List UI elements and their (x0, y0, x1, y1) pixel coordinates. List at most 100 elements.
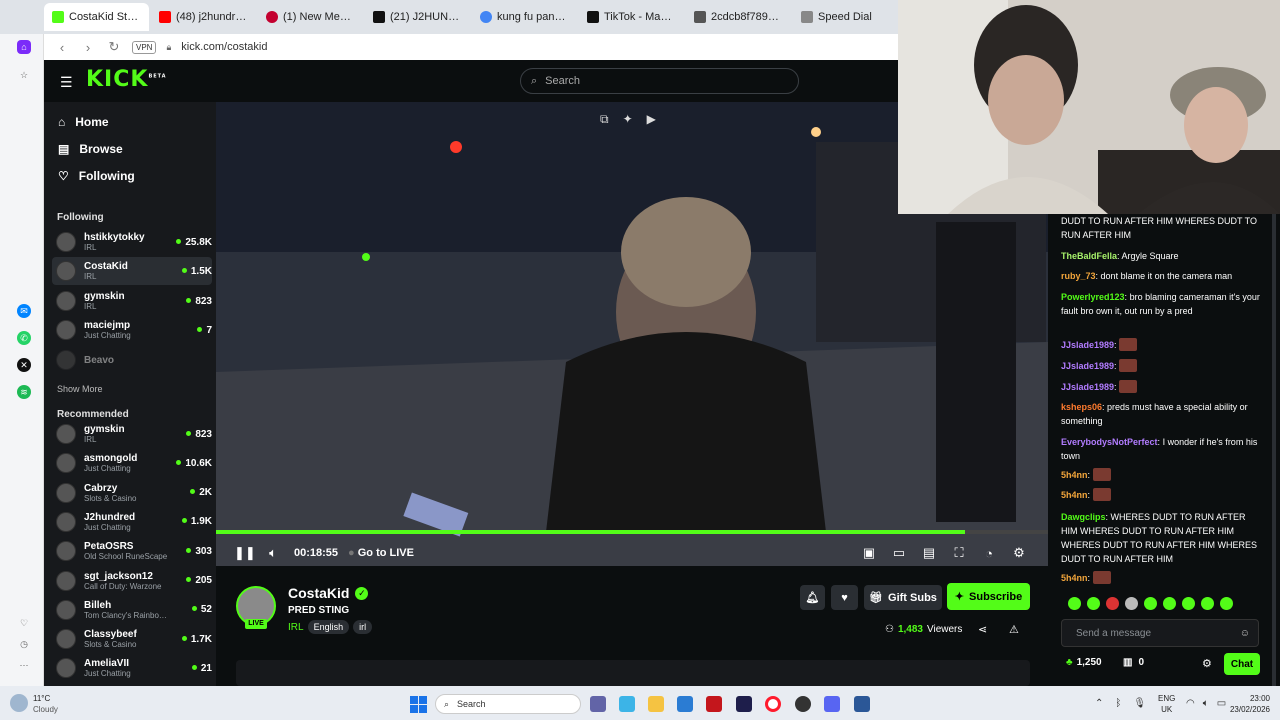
share-icon[interactable]: ⋖ (978, 623, 987, 636)
show-more-link[interactable]: Show More (57, 384, 103, 394)
chat-send-button[interactable]: Chat (1224, 653, 1260, 675)
sidebar-channel-petaosrs[interactable]: PetaOSRS Old School RuneScape 303 (52, 537, 212, 565)
sidebar-channel-billeh[interactable]: Billeh Tom Clancy's Rainbow ... 52 (52, 596, 212, 624)
sidebar-channel-hstikkytokky[interactable]: hstikkytokky IRL 25.8K (52, 228, 212, 256)
gift-subs-button[interactable]: 🎁︎ Gift Subs (864, 585, 942, 610)
chat-username[interactable]: ksheps06 (1061, 402, 1102, 412)
nav-following[interactable]: ♡ Following (58, 169, 135, 183)
app-icon[interactable] (854, 696, 870, 712)
browser-tab[interactable]: (48) j2hundred arrested (151, 3, 256, 31)
emote-icon[interactable] (1182, 597, 1195, 610)
sidebar-channel-classybeef[interactable]: Classybeef Slots & Casino 1.7K (52, 625, 212, 653)
whatsapp-icon[interactable]: ✆ (17, 331, 31, 345)
copilot-icon[interactable] (619, 696, 635, 712)
vpn-badge[interactable]: VPN (132, 40, 157, 54)
category-link[interactable]: IRL (288, 622, 304, 633)
weather-widget[interactable]: 11°C Cloudy (33, 693, 58, 715)
emote-icon[interactable] (1125, 597, 1138, 610)
history-icon[interactable]: ◷ (17, 637, 31, 651)
chat-username[interactable]: JJslade1989 (1061, 340, 1114, 350)
emote-icon[interactable] (1068, 597, 1081, 610)
subscribe-button[interactable]: ✦ Subscribe (947, 583, 1030, 610)
sidebar-channel-cabrzy[interactable]: Cabrzy Slots & Casino 2K (52, 479, 212, 507)
bits-count[interactable]: ▥ 0 (1123, 657, 1144, 668)
sidebar-channel-gymskin[interactable]: gymskin IRL 823 (52, 287, 212, 315)
emote-icon[interactable] (1201, 597, 1214, 610)
notification-bell-button[interactable]: 🔔︎ (800, 585, 825, 610)
home-icon[interactable]: ⌂ (17, 40, 31, 54)
nav-browse[interactable]: ▤ Browse (58, 142, 123, 156)
clock[interactable]: 23:00 23/02/2026 (1224, 693, 1270, 715)
theatre-icon[interactable]: ▶ (647, 112, 656, 127)
emote-icon[interactable] (1163, 597, 1176, 610)
taskbar-search[interactable]: ⌕ Search (435, 694, 581, 714)
chat-username[interactable]: 5h4nn (1061, 490, 1088, 500)
channel-name[interactable]: CostaKid (288, 585, 349, 601)
microphone-icon[interactable]: 🎙︎ (1133, 698, 1146, 709)
sidebar-channel-asmongold[interactable]: asmongold Just Chatting 10.6K (52, 449, 212, 477)
chat-username[interactable]: EverybodysNotPerfect (1061, 437, 1158, 447)
channel-points[interactable]: ♣ 1,250 (1066, 657, 1102, 668)
clip-icon[interactable]: ⧉ (600, 112, 609, 127)
kick-logo[interactable]: KICKBETA (86, 67, 167, 92)
sidebar-channel-maciejmp[interactable]: maciejmp Just Chatting 7 (52, 316, 212, 344)
clip-icon[interactable]: ▤ (920, 545, 938, 561)
obs-icon[interactable] (795, 696, 811, 712)
browser-tab[interactable]: Speed Dial (793, 3, 898, 31)
sidebar-channel-sgt_jackson12[interactable]: sgt_jackson12 Call of Duty: Warzone 205 (52, 567, 212, 595)
store-icon[interactable] (677, 696, 693, 712)
tray-status[interactable]: ◠ 🔈︎ ▭ (1186, 698, 1226, 709)
browser-tab[interactable]: (1) New Message! (258, 3, 363, 31)
premiere-icon[interactable] (736, 696, 752, 712)
chat-input[interactable]: Send a message ☺ (1061, 619, 1259, 647)
discord-icon[interactable] (824, 696, 840, 712)
emote-icon[interactable] (1220, 597, 1233, 610)
back-icon[interactable]: ‹ (54, 40, 70, 55)
tag-english[interactable]: English (307, 620, 350, 634)
bluetooth-icon[interactable]: ᛒ (1115, 698, 1121, 709)
messenger-icon[interactable]: ✉ (17, 304, 31, 318)
opera-icon[interactable] (765, 696, 781, 712)
more-icon[interactable]: ⋯ (17, 658, 31, 672)
reload-icon[interactable]: ↻ (106, 39, 122, 55)
url-field[interactable]: kick.com/costakid (181, 41, 267, 53)
search-input[interactable]: ⌕ Search (520, 68, 799, 94)
miniplayer-icon[interactable]: ▣ (860, 545, 878, 561)
chat-scrollbar[interactable] (1272, 214, 1276, 686)
language-indicator[interactable]: ENG UK (1158, 693, 1175, 715)
emote-icon[interactable] (1144, 597, 1157, 610)
x-icon[interactable]: ✕ (17, 358, 31, 372)
chat-username[interactable]: 5h4nn (1061, 470, 1088, 480)
browser-tab[interactable]: CostaKid Stream - Wa (44, 3, 149, 31)
settings-icon[interactable]: ⚙ (1010, 545, 1028, 561)
chat-username[interactable]: ruby_73 (1061, 271, 1096, 281)
teams-icon[interactable] (590, 696, 606, 712)
sidebar-channel-gymskin[interactable]: gymskin IRL 823 (52, 420, 212, 448)
go-to-live-button[interactable]: ● Go to LIVE (348, 547, 414, 559)
windows-start-icon[interactable] (410, 696, 427, 713)
heart-icon[interactable]: ♡ (17, 616, 31, 630)
browser-tab[interactable]: kung fu panda with heln (472, 3, 577, 31)
report-icon[interactable]: ⚠ (1009, 623, 1019, 636)
chat-username[interactable]: Dawgclips (1061, 512, 1106, 522)
tag-irl[interactable]: irl (353, 620, 373, 634)
chat-username[interactable]: Powerlyred123 (1061, 292, 1125, 302)
forward-icon[interactable]: › (80, 40, 96, 55)
sidebar-channel-j2hundred[interactable]: J2hundred Just Chatting 1.9K (52, 508, 212, 536)
sidebar-channel-beavo[interactable]: Beavo (52, 346, 212, 374)
chat-username[interactable]: JJslade1989 (1061, 361, 1114, 371)
star-icon[interactable]: ☆ (17, 68, 31, 82)
sidebar-channel-costakid[interactable]: CostaKid IRL 1.5K (52, 257, 212, 285)
nav-home[interactable]: ⌂ Home (58, 115, 109, 129)
chat-settings-icon[interactable]: ⚙ (1202, 657, 1212, 670)
browser-tab[interactable]: TikTok - Make Your Day (579, 3, 684, 31)
emote-icon[interactable] (1106, 597, 1119, 610)
chat-username[interactable]: TheBaldFella (1061, 251, 1117, 261)
browser-tab[interactable]: (21) J2HUNDRED - Searc (365, 3, 470, 31)
emoji-icon[interactable]: ☺ (1240, 628, 1250, 639)
volume-icon[interactable]: 🔈︎ (264, 545, 282, 561)
emote-icon[interactable] (1087, 597, 1100, 610)
file-explorer-icon[interactable] (648, 696, 664, 712)
sparkle-icon[interactable]: ✦ (623, 112, 633, 127)
hamburger-menu-icon[interactable]: ☰ (60, 74, 74, 91)
